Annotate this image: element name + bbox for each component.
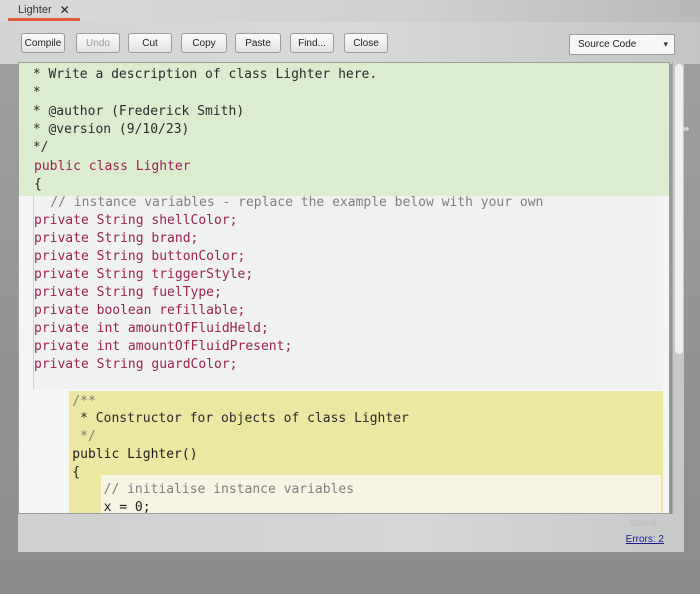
tab-close-icon[interactable]: ✕: [60, 3, 70, 17]
code-line: */: [41, 429, 96, 444]
code-line: x = 0;: [41, 500, 151, 514]
code-line: */: [25, 140, 49, 155]
resize-grip-icon[interactable]: ⇹: [681, 124, 689, 135]
code-line: *: [25, 85, 41, 100]
code-line: /**: [41, 394, 96, 409]
compile-button[interactable]: Compile: [21, 33, 65, 53]
code-line: private String triggerStyle;: [34, 267, 254, 282]
code-line: {: [41, 465, 81, 480]
toolbar: Compile Undo Cut Copy Paste Find... Clos…: [0, 22, 700, 64]
code-line: private String fuelType;: [34, 285, 222, 300]
code-line: private String guardColor;: [34, 357, 238, 372]
code-line: // instance variables - replace the exam…: [19, 195, 544, 210]
code-line: * @author (Frederick Smith): [25, 104, 245, 119]
code-editor[interactable]: * Write a description of class Lighter h…: [18, 62, 670, 514]
code-line: * Write a description of class Lighter h…: [25, 67, 378, 82]
undo-button[interactable]: Undo: [76, 33, 120, 53]
chevron-down-icon: ▾: [663, 39, 668, 49]
scrollbar-thumb[interactable]: [675, 64, 683, 354]
code-line: * @version (9/10/23): [25, 122, 190, 137]
tab-lighter[interactable]: Lighter ✕: [8, 1, 80, 21]
code-line: private boolean refillable;: [34, 303, 246, 318]
code-line: public Lighter(): [41, 447, 198, 462]
ide-window: Lighter ✕ Compile Undo Cut Copy Paste Fi…: [0, 0, 700, 594]
paste-button[interactable]: Paste: [235, 33, 281, 53]
code-line: * Constructor for objects of class Light…: [41, 411, 409, 426]
tab-title: Lighter: [18, 3, 52, 16]
code-line: private int amountOfFluidHeld;: [34, 321, 269, 336]
view-select[interactable]: Source Code ▾: [569, 34, 675, 55]
cut-button[interactable]: Cut: [128, 33, 172, 53]
code-line: // initialise instance variables: [41, 482, 355, 497]
code-line: private String brand;: [34, 231, 199, 246]
copy-button[interactable]: Copy: [181, 33, 227, 53]
errors-link[interactable]: Errors: 2: [626, 534, 664, 545]
code-line: {: [34, 177, 42, 192]
code-line: public class Lighter: [34, 159, 191, 174]
status-bar: saved Errors: 2: [18, 514, 684, 552]
view-select-value: Source Code: [578, 39, 637, 50]
tab-bar: Lighter ✕: [0, 0, 700, 22]
code-line: private int amountOfFluidPresent;: [34, 339, 293, 354]
saved-status: saved: [629, 518, 656, 529]
code-line: private String buttonColor;: [34, 249, 246, 264]
find-button[interactable]: Find...: [290, 33, 334, 53]
close-button[interactable]: Close: [344, 33, 388, 53]
code-line: private String shellColor;: [34, 213, 238, 228]
